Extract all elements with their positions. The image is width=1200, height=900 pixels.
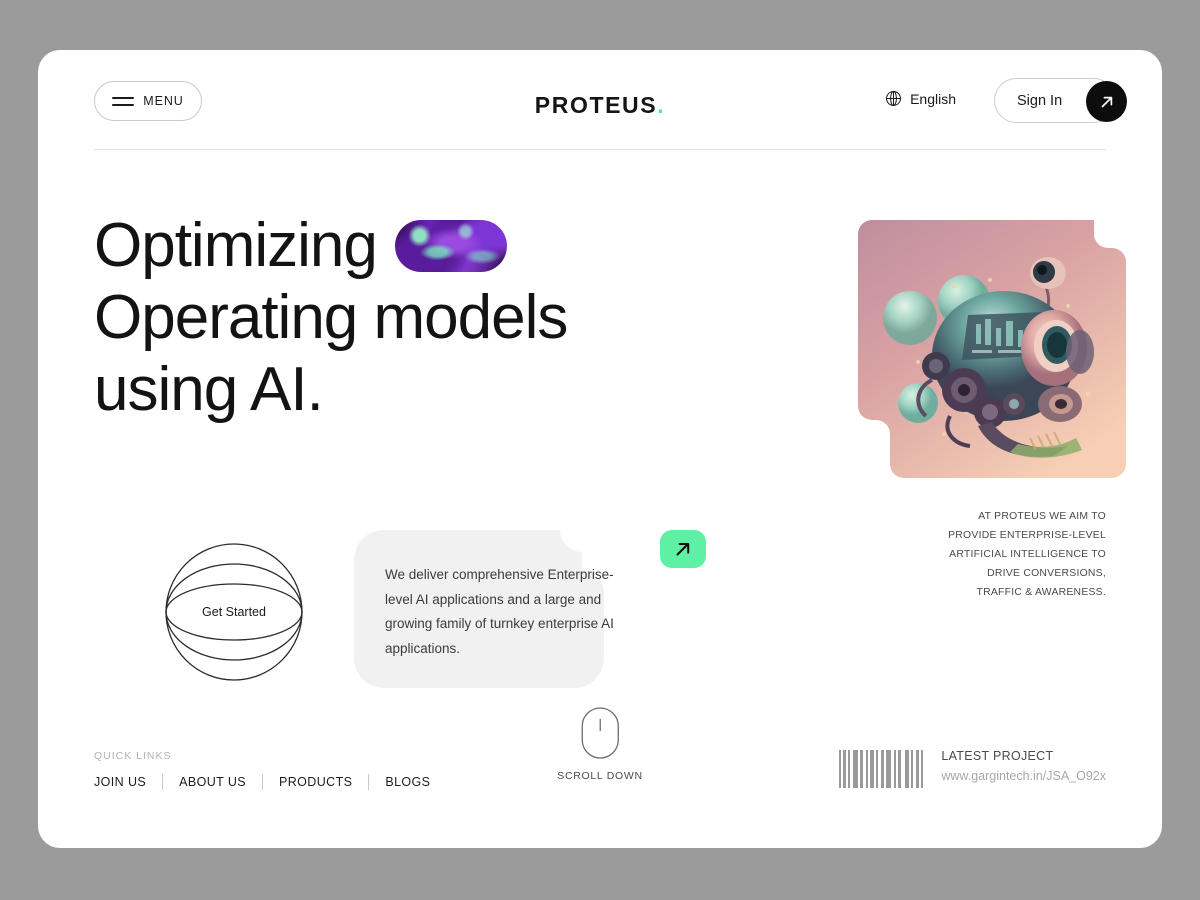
sign-in-button[interactable]: Sign In xyxy=(994,78,1127,123)
about-line-5: TRAFFIC & AWARENESS. xyxy=(976,587,1106,598)
menu-button[interactable]: MENU xyxy=(94,81,202,121)
quick-links-title: QUICK LINKS xyxy=(94,750,172,762)
menu-button-label: MENU xyxy=(143,94,184,108)
sign-in-label: Sign In xyxy=(1017,92,1063,109)
about-line-3: ARTIFICIAL INTELLIGENCE TO xyxy=(949,549,1106,560)
title-line-3: using AI. xyxy=(94,355,324,424)
description-card: We deliver comprehensive Enterprise-leve… xyxy=(354,530,706,688)
title-line-2: Operating models xyxy=(94,283,568,352)
mouse-icon xyxy=(581,707,619,759)
scroll-down-control[interactable]: SCROLL DOWN xyxy=(557,705,643,782)
latest-project[interactable]: LATEST PROJECT www.gargintech.in/JSA_O92… xyxy=(839,747,1106,788)
get-started-label: Get Started xyxy=(202,605,266,619)
quick-link-blogs[interactable]: BLOGS xyxy=(369,775,446,789)
barcode-icon xyxy=(839,750,924,788)
title-line-1: Optimizing xyxy=(94,211,378,280)
logo-dot: . xyxy=(657,92,666,118)
arrow-up-right-icon xyxy=(1086,81,1127,122)
arrow-up-right-icon xyxy=(676,543,690,556)
language-label: English xyxy=(910,90,956,107)
project-url[interactable]: www.gargintech.in/JSA_O92x xyxy=(941,766,1106,786)
quick-link-products[interactable]: PRODUCTS xyxy=(263,775,368,789)
site-logo[interactable]: PROTEUS. xyxy=(535,92,665,119)
purple-marble-pill-image xyxy=(394,219,507,272)
about-line-1: AT PROTEUS WE AIM TO xyxy=(978,511,1106,522)
about-line-2: PROVIDE ENTERPRISE-LEVEL xyxy=(948,530,1106,541)
quick-link-about-us[interactable]: ABOUT US xyxy=(163,775,262,789)
hamburger-icon xyxy=(112,96,135,106)
logo-text: PROTEUS xyxy=(534,92,658,118)
about-line-4: DRIVE CONVERSIONS, xyxy=(987,568,1106,579)
site-header: MENU PROTEUS. English Sign In xyxy=(94,68,1127,150)
about-blurb: AT PROTEUS WE AIM TO PROVIDE ENTERPRISE-… xyxy=(886,507,1106,602)
quick-links-nav: JOIN US ABOUT US PRODUCTS BLOGS xyxy=(94,774,446,790)
description-text: We deliver comprehensive Enterprise-leve… xyxy=(385,567,614,656)
globe-icon xyxy=(886,91,902,106)
language-selector[interactable]: English xyxy=(885,90,956,107)
page-title: Optimizing Operating models using AI. xyxy=(94,210,694,426)
page-card: MENU PROTEUS. English Sign In Optimizing… xyxy=(38,50,1162,848)
scroll-down-label: SCROLL DOWN xyxy=(557,770,643,782)
project-title: LATEST PROJECT xyxy=(941,749,1054,763)
quick-link-join-us[interactable]: JOIN US xyxy=(94,775,162,789)
project-meta: LATEST PROJECT www.gargintech.in/JSA_O92… xyxy=(941,747,1106,786)
hero-image xyxy=(858,220,1126,478)
description-arrow-button[interactable] xyxy=(660,530,706,568)
get-started-button[interactable]: Get Started xyxy=(164,542,304,682)
